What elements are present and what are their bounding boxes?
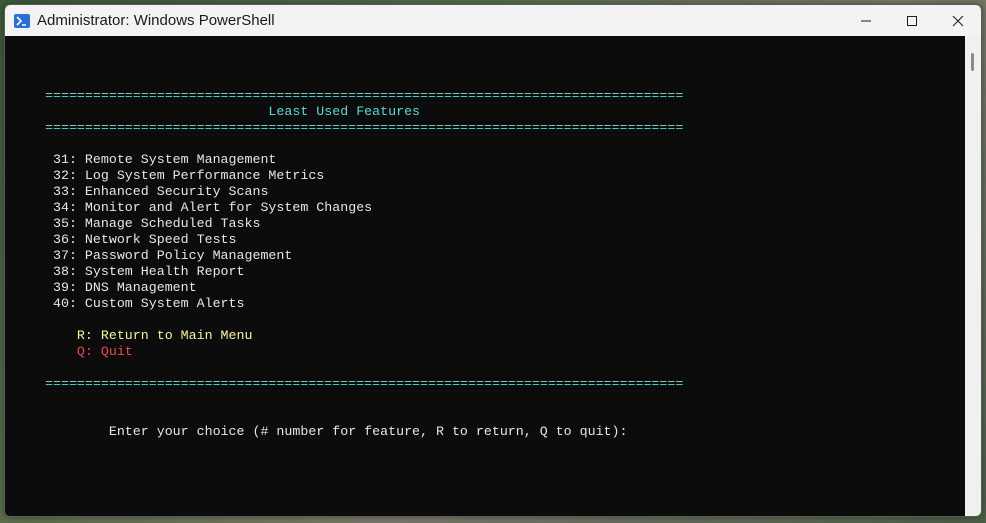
menu-item: 31: Remote System Management: [45, 152, 277, 167]
powershell-window: Administrator: Windows PowerShell ======…: [4, 4, 982, 517]
scrollbar-thumb[interactable]: [971, 53, 974, 71]
menu-item: 32: Log System Performance Metrics: [45, 168, 325, 183]
window-title: Administrator: Windows PowerShell: [37, 12, 275, 29]
menu-item: 36: Network Speed Tests: [45, 232, 237, 247]
powershell-icon: [14, 13, 30, 28]
close-button[interactable]: [935, 5, 981, 36]
maximize-icon: [907, 15, 917, 26]
menu-item: 38: System Health Report: [45, 264, 245, 279]
menu-item: 35: Manage Scheduled Tasks: [45, 216, 261, 231]
maximize-button[interactable]: [889, 5, 935, 36]
close-icon: [952, 15, 964, 26]
menu-item: 34: Monitor and Alert for System Changes: [45, 200, 373, 215]
separator-bottom: ========================================…: [45, 376, 684, 391]
menu-item: 40: Custom System Alerts: [45, 296, 245, 311]
minimize-button[interactable]: [843, 5, 889, 36]
window-controls: [843, 5, 981, 36]
menu-item: 33: Enhanced Security Scans: [45, 184, 269, 199]
console-output[interactable]: ========================================…: [5, 36, 965, 516]
separator-top: ========================================…: [45, 88, 684, 103]
menu-item: 39: DNS Management: [45, 280, 197, 295]
separator-header-bottom: ========================================…: [45, 120, 684, 135]
menu-item: 37: Password Policy Management: [45, 248, 293, 263]
title-bar[interactable]: Administrator: Windows PowerShell: [5, 5, 981, 36]
vertical-scrollbar[interactable]: [965, 36, 981, 516]
input-prompt[interactable]: Enter your choice (# number for feature,…: [45, 424, 628, 440]
return-option: R: Return to Main Menu: [45, 328, 253, 343]
minimize-icon: [861, 20, 871, 21]
menu-header: Least Used Features: [45, 104, 421, 119]
quit-option: Q: Quit: [45, 344, 133, 359]
